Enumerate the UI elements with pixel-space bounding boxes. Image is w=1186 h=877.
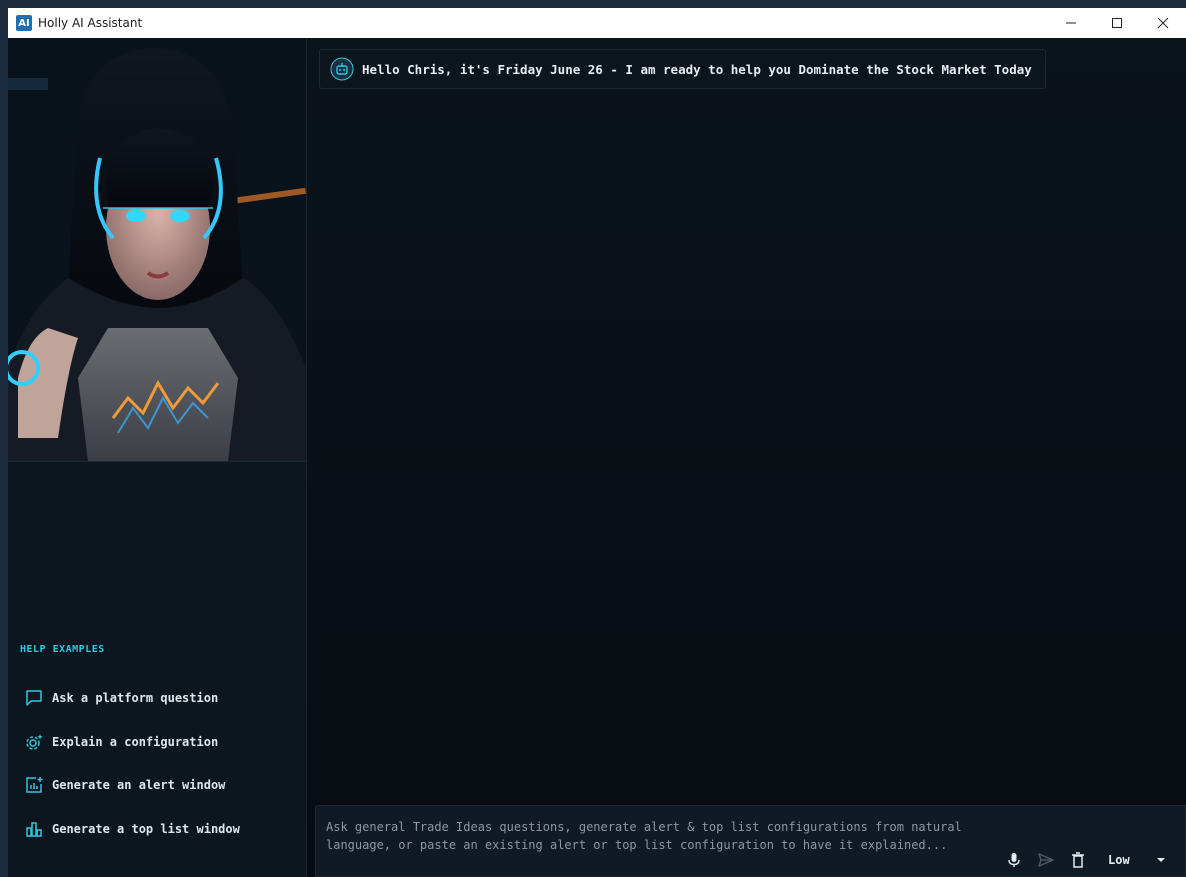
help-item-generate-top-list[interactable]: Generate a top list window [24,819,240,839]
send-button[interactable] [1030,844,1062,876]
assistant-message: Hello Chris, it's Friday June 26 - I am … [319,49,1046,89]
app-logo: AI [16,15,32,31]
send-icon [1038,853,1054,867]
composer-tools: Low [998,844,1168,876]
help-heading: HELP EXAMPLES [20,644,105,655]
help-item-ask-question[interactable]: Ask a platform question [24,688,218,708]
help-item-explain-config[interactable]: Explain a configuration [24,732,218,752]
close-button[interactable] [1140,8,1186,38]
detail-level-value: Low [1108,853,1130,867]
help-item-label: Generate a top list window [52,822,240,836]
help-item-label: Ask a platform question [52,691,219,705]
trash-icon [1072,852,1084,868]
close-icon [1157,17,1169,29]
chat-bubble-icon [26,690,42,706]
detail-level-select[interactable]: Low [1098,844,1168,876]
maximize-button[interactable] [1094,8,1140,38]
robot-icon [330,57,354,81]
microphone-button[interactable] [998,844,1030,876]
bar-chart-icon [26,822,42,837]
assistant-avatar-image [8,38,306,462]
maximize-icon [1112,18,1122,28]
help-item-generate-alert[interactable]: Generate an alert window [24,775,225,795]
message-composer: Low [315,805,1186,877]
window-controls [1048,8,1186,38]
chart-add-icon [26,777,43,793]
help-examples: HELP EXAMPLES Ask a platform question Ex… [8,642,306,837]
window-title: Holly AI Assistant [38,16,143,30]
gear-sparkle-icon [26,734,43,750]
help-item-label: Generate an alert window [52,778,226,792]
clear-chat-button[interactable] [1062,844,1094,876]
minimize-button[interactable] [1048,8,1094,38]
minimize-icon [1066,22,1076,24]
title-bar: AI Holly AI Assistant [8,8,1186,38]
sidebar: HELP EXAMPLES Ask a platform question Ex… [8,38,307,877]
app-window: AI Holly AI Assistant HELP EXAMPLES Ask … [8,8,1186,877]
help-item-label: Explain a configuration [52,735,219,749]
message-input[interactable] [326,818,976,874]
assistant-message-text: Hello Chris, it's Friday June 26 - I am … [362,61,1032,77]
chat-panel: Hello Chris, it's Friday June 26 - I am … [307,38,1186,877]
microphone-icon [1008,853,1020,867]
chevron-down-icon [1157,858,1165,862]
